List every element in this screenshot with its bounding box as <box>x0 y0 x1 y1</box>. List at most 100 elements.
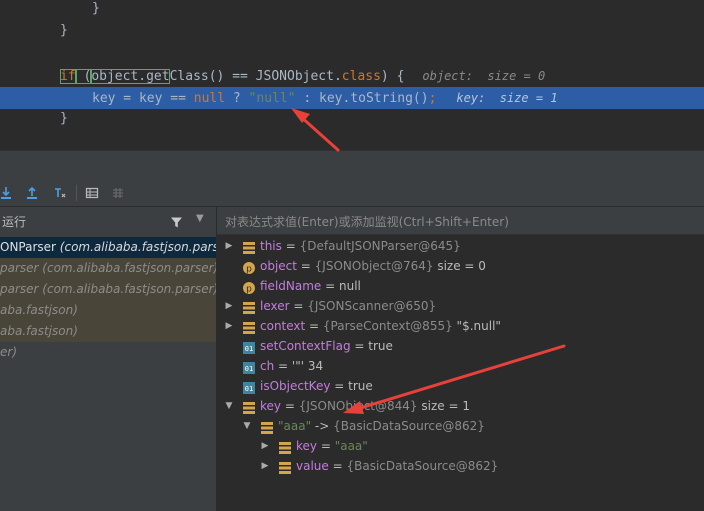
variable-eq: = <box>296 259 315 273</box>
variable-extra: "$.null" <box>452 319 501 333</box>
chevron-right-icon[interactable]: ▶ <box>224 316 234 336</box>
frame-location: aba.fastjson) <box>0 303 78 317</box>
frame-item[interactable]: er) <box>0 342 216 363</box>
variable-row[interactable]: ▶ lexer = {JSONScanner@650} <box>217 296 704 316</box>
svg-text:p: p <box>246 265 252 275</box>
code-token: : key.toString() <box>295 91 429 106</box>
variable-row[interactable]: ▶ context = {ParseContext@855} "$.null" <box>217 316 704 336</box>
variable-name: value <box>296 459 329 473</box>
variable-eq: = <box>330 379 349 393</box>
frame-item[interactable]: aba.fastjson) <box>0 321 216 342</box>
variable-extra: true <box>348 379 373 393</box>
closing-brace: } <box>60 23 68 38</box>
variable-row[interactable]: 01 isObjectKey = true <box>217 376 704 396</box>
variable-name: key <box>296 439 318 453</box>
parameter-icon: p <box>243 280 255 295</box>
parameter-icon: p <box>243 260 255 275</box>
frame-method: parser <box>0 261 39 275</box>
variable-name: lexer <box>260 299 290 313</box>
variable-row[interactable]: ▶ value = {BasicDataSource@862} <box>217 456 704 476</box>
field-icon <box>243 240 255 254</box>
frames-panel: 运行 ▼ ONParser (com.alibaba.fastjson.pars… <box>0 207 217 511</box>
variable-row[interactable]: 01 setContextFlag = true <box>217 336 704 356</box>
frame-item[interactable]: aba.fastjson) <box>0 300 216 321</box>
debug-panel-header <box>0 150 704 181</box>
field-icon <box>279 460 291 474</box>
variable-eq: = <box>281 239 300 253</box>
variable-row[interactable]: ▼ key = {JSONObject@844} size = 1 <box>217 396 704 416</box>
variable-eq: = <box>305 319 323 333</box>
code-editor[interactable]: } } if (object.getClass() == JSONObject.… <box>0 0 704 150</box>
variable-extra: true <box>368 339 393 353</box>
field-icon <box>279 440 291 454</box>
if-keyword: if <box>60 69 76 84</box>
frame-location: er) <box>0 345 17 359</box>
frame-method: parser <box>0 282 39 296</box>
variable-name: setContextFlag <box>260 339 351 353</box>
variable-row[interactable]: p object = {JSONObject@764} size = 0 <box>217 256 704 276</box>
variable-name: "aaa" <box>278 419 312 433</box>
svg-text:01: 01 <box>245 365 253 373</box>
inline-value-hint: key: size = 1 <box>456 91 558 105</box>
code-token: Class() == JSONObject. <box>169 69 342 84</box>
step-out-icon[interactable] <box>22 183 42 203</box>
primitive-icon: 01 <box>243 360 255 374</box>
code-line-if: if (object.getClass() == JSONObject.clas… <box>0 65 704 87</box>
chevron-right-icon[interactable]: ▶ <box>224 236 234 256</box>
variable-eq: = <box>317 439 335 453</box>
frame-item[interactable]: ONParser (com.alibaba.fastjson.parser <box>0 237 216 258</box>
closing-brace: } <box>92 1 100 16</box>
frame-location: aba.fastjson) <box>0 324 78 338</box>
filter-icon[interactable] <box>170 214 183 233</box>
chevron-down-icon[interactable]: ▼ <box>242 416 252 436</box>
frame-location: (com.alibaba.fastjson.parser <box>55 240 216 254</box>
variable-eq: -> <box>311 419 334 433</box>
chevron-down-icon[interactable]: ▼ <box>224 396 234 416</box>
field-icon <box>243 320 255 334</box>
variable-class: {ParseContext@855} <box>322 319 453 333</box>
string-literal: "null" <box>248 91 296 106</box>
variable-name: key <box>260 399 282 413</box>
chevron-right-icon[interactable]: ▶ <box>260 436 270 456</box>
code-token: ( <box>75 69 92 84</box>
variable-row[interactable]: ▶ key = "aaa" <box>217 436 704 456</box>
variable-eq: = <box>321 279 339 293</box>
evaluate-table-icon[interactable] <box>82 183 102 203</box>
variable-class: {BasicDataSource@862} <box>333 419 485 433</box>
variable-name: object <box>260 259 297 273</box>
variables-panel: 对表达式求值(Enter)或添加监视(Ctrl+Shift+Enter) ▶ t… <box>217 207 704 511</box>
frame-item[interactable]: parser (com.alibaba.fastjson.parser) <box>0 279 216 300</box>
variable-name: fieldName <box>260 279 322 293</box>
variable-name: context <box>260 319 306 333</box>
run-to-cursor-icon[interactable] <box>50 183 70 203</box>
variable-extra: '"' 34 <box>291 359 324 373</box>
code-token: key = key == <box>92 91 194 106</box>
debug-toolbar <box>0 180 704 207</box>
variable-eq: = <box>281 399 299 413</box>
step-into-icon[interactable] <box>0 183 16 203</box>
svg-text:01: 01 <box>245 385 253 393</box>
chevron-down-icon[interactable]: ▼ <box>196 213 204 224</box>
current-execution-line: key = key == null ? "null" : key.toStrin… <box>0 87 704 109</box>
variable-row[interactable]: p fieldName = null <box>217 276 704 296</box>
variable-extra: null <box>338 279 361 293</box>
code-token: ) { <box>380 69 405 84</box>
code-line: } <box>0 108 704 130</box>
variable-row[interactable]: ▼ "aaa" -> {BasicDataSource@862} <box>217 416 704 436</box>
chevron-right-icon[interactable]: ▶ <box>260 456 270 476</box>
variable-class: {JSONObject@764} <box>314 259 434 273</box>
toolbar-separator <box>76 185 77 201</box>
variable-row[interactable]: ▶ this = {DefaultJSONParser@645} <box>217 236 704 256</box>
variable-name: ch <box>260 359 275 373</box>
primitive-icon: 01 <box>243 380 255 394</box>
code-line: } <box>0 20 704 42</box>
frames-header: 运行 ▼ <box>0 207 216 235</box>
variable-class: {JSONScanner@650} <box>307 299 437 313</box>
grid-icon[interactable] <box>108 183 128 203</box>
field-icon <box>261 420 273 434</box>
variable-row[interactable]: 01 ch = '"' 34 <box>217 356 704 376</box>
chevron-right-icon[interactable]: ▶ <box>224 296 234 316</box>
frame-item[interactable]: parser (com.alibaba.fastjson.parser) <box>0 258 216 279</box>
variable-eq: = <box>274 359 292 373</box>
watch-expression-field[interactable]: 对表达式求值(Enter)或添加监视(Ctrl+Shift+Enter) <box>217 207 704 235</box>
